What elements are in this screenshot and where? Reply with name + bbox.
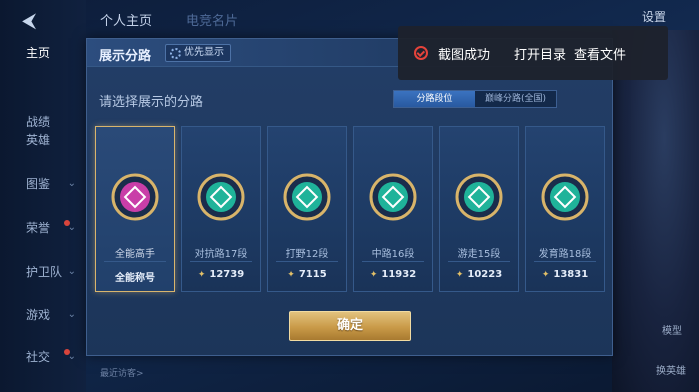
prompt-text: 请选择展示的分路 [99, 95, 204, 110]
back-icon[interactable]: ⮜ [22, 8, 56, 32]
lane-card-score: ✦ 11932 [354, 269, 432, 280]
card-divider [276, 261, 338, 262]
notification-dot [64, 349, 70, 355]
sidebar-item-label: 社交 [26, 350, 51, 364]
sidebar-item-label: 英雄 [26, 133, 51, 147]
settings-button[interactable]: 设置 [642, 8, 666, 25]
sidebar-item-label: 主页 [26, 46, 51, 60]
tab-peak-lane[interactable]: 巅峰分路(全国) [475, 91, 556, 107]
tab-profile[interactable]: 个人主页 [100, 10, 152, 29]
gear-icon [170, 47, 181, 59]
chevron-down-icon: ⌄ [67, 309, 76, 320]
view-file-link[interactable]: 查看文件 [574, 44, 626, 63]
change-hero-button[interactable]: 换英雄 [656, 362, 686, 377]
sidebar-item-label: 荣誉 [26, 221, 51, 235]
model-button[interactable]: 模型 [662, 322, 682, 337]
priority-display-button[interactable]: 优先显示 [165, 44, 231, 62]
lane-card-score-value: 10223 [467, 269, 503, 280]
card-divider [362, 261, 424, 262]
lane-card-score-value: 11932 [381, 269, 417, 280]
ranking-toggle: 分路段位 巅峰分路(全国) [393, 90, 557, 108]
lane-card-label: 中路16段 [371, 249, 415, 260]
lane-card-label: 对抗路17段 [194, 249, 248, 260]
lane-card[interactable]: 全能高手 全能称号 [95, 126, 175, 292]
lane-card-score-value: 13831 [553, 269, 589, 280]
lane-card-list: 全能高手 全能称号 对抗路17段 ✦ 12739 打野12段 ✦ 7115 中路16段 ✦ 1193… [95, 126, 607, 292]
lane-display-dialog: 展示分路 优先显示 请选择展示的分路 分路段位 巅峰分路(全国) 全能高手全能称… [86, 38, 613, 356]
sidebar-item[interactable]: 护卫队 ⌄ [0, 259, 86, 285]
farm-lane-icon [541, 173, 589, 221]
lane-card[interactable]: 对抗路17段 ✦ 12739 [181, 126, 261, 292]
sidebar-item-label: 护卫队 [26, 265, 63, 279]
card-divider [448, 261, 510, 262]
screenshot-toast: 截图成功 打开目录 查看文件 [398, 26, 668, 80]
check-circle-icon [414, 46, 428, 60]
lane-card-score: ✦ 10223 [440, 269, 518, 280]
sidebar-item[interactable]: 主页 [0, 40, 86, 66]
lane-card-label: 打野12段 [285, 249, 329, 260]
rank-points-icon: ✦ [541, 270, 550, 280]
rank-points-icon: ✦ [369, 270, 378, 280]
all-round-icon [111, 173, 159, 221]
lane-card[interactable]: 打野12段 ✦ 7115 [267, 126, 347, 292]
rank-points-icon: ✦ [455, 270, 464, 280]
lane-card-score: ✦ 13831 [526, 269, 604, 280]
sidebar-item-label: 图鉴 [26, 177, 51, 191]
rank-points-icon: ✦ [197, 270, 206, 280]
jungle-icon [283, 173, 331, 221]
clash-lane-icon [197, 173, 245, 221]
lane-card-score: ✦ 7115 [268, 269, 346, 280]
mid-lane-icon [369, 173, 417, 221]
sidebar-item[interactable]: 游戏 ⌄ [0, 302, 86, 328]
chevron-down-icon: ⌄ [67, 266, 76, 277]
roam-icon [455, 173, 503, 221]
sidebar-item[interactable]: 社交 ⌄ [0, 344, 86, 370]
lane-card-label: 全能高手 [115, 249, 155, 260]
lane-card[interactable]: 发育路18段 ✦ 13831 [525, 126, 605, 292]
lane-card-score-value: 全能称号 [115, 273, 155, 284]
chevron-down-icon: ⌄ [67, 351, 76, 362]
priority-display-label: 优先显示 [184, 47, 224, 58]
sidebar-item[interactable]: 图鉴 ⌄ [0, 171, 86, 197]
confirm-button[interactable]: 确定 [289, 311, 411, 341]
lane-card-score: 全能称号 [96, 269, 174, 284]
lane-card[interactable]: 中路16段 ✦ 11932 [353, 126, 433, 292]
notification-dot [64, 220, 70, 226]
tab-esports-card[interactable]: 电竞名片 [186, 10, 238, 29]
sidebar-item-label: 游戏 [26, 308, 51, 322]
toast-message: 截图成功 [438, 47, 491, 63]
lane-card-score-value: 12739 [209, 269, 245, 280]
lane-card-score-value: 7115 [298, 269, 327, 280]
sidebar-item[interactable]: 荣誉 ⌄ [0, 215, 86, 241]
sidebar-item[interactable]: 英雄 [0, 127, 86, 153]
recent-visitors-link[interactable]: 最近访客> [100, 366, 144, 379]
hero-portrait [612, 30, 699, 392]
lane-card[interactable]: 游走15段 ✦ 10223 [439, 126, 519, 292]
tab-lane-rank[interactable]: 分路段位 [394, 91, 475, 107]
chevron-down-icon: ⌄ [67, 222, 76, 233]
open-directory-link[interactable]: 打开目录 [514, 44, 566, 63]
card-divider [534, 261, 596, 262]
card-divider [104, 261, 166, 262]
card-divider [190, 261, 252, 262]
rank-points-icon: ✦ [287, 270, 295, 280]
dialog-title: 展示分路 [99, 49, 152, 64]
lane-card-label: 游走15段 [457, 249, 501, 260]
lane-card-label: 发育路18段 [538, 249, 592, 260]
chevron-down-icon: ⌄ [67, 178, 76, 189]
lane-card-score: ✦ 12739 [182, 269, 260, 280]
